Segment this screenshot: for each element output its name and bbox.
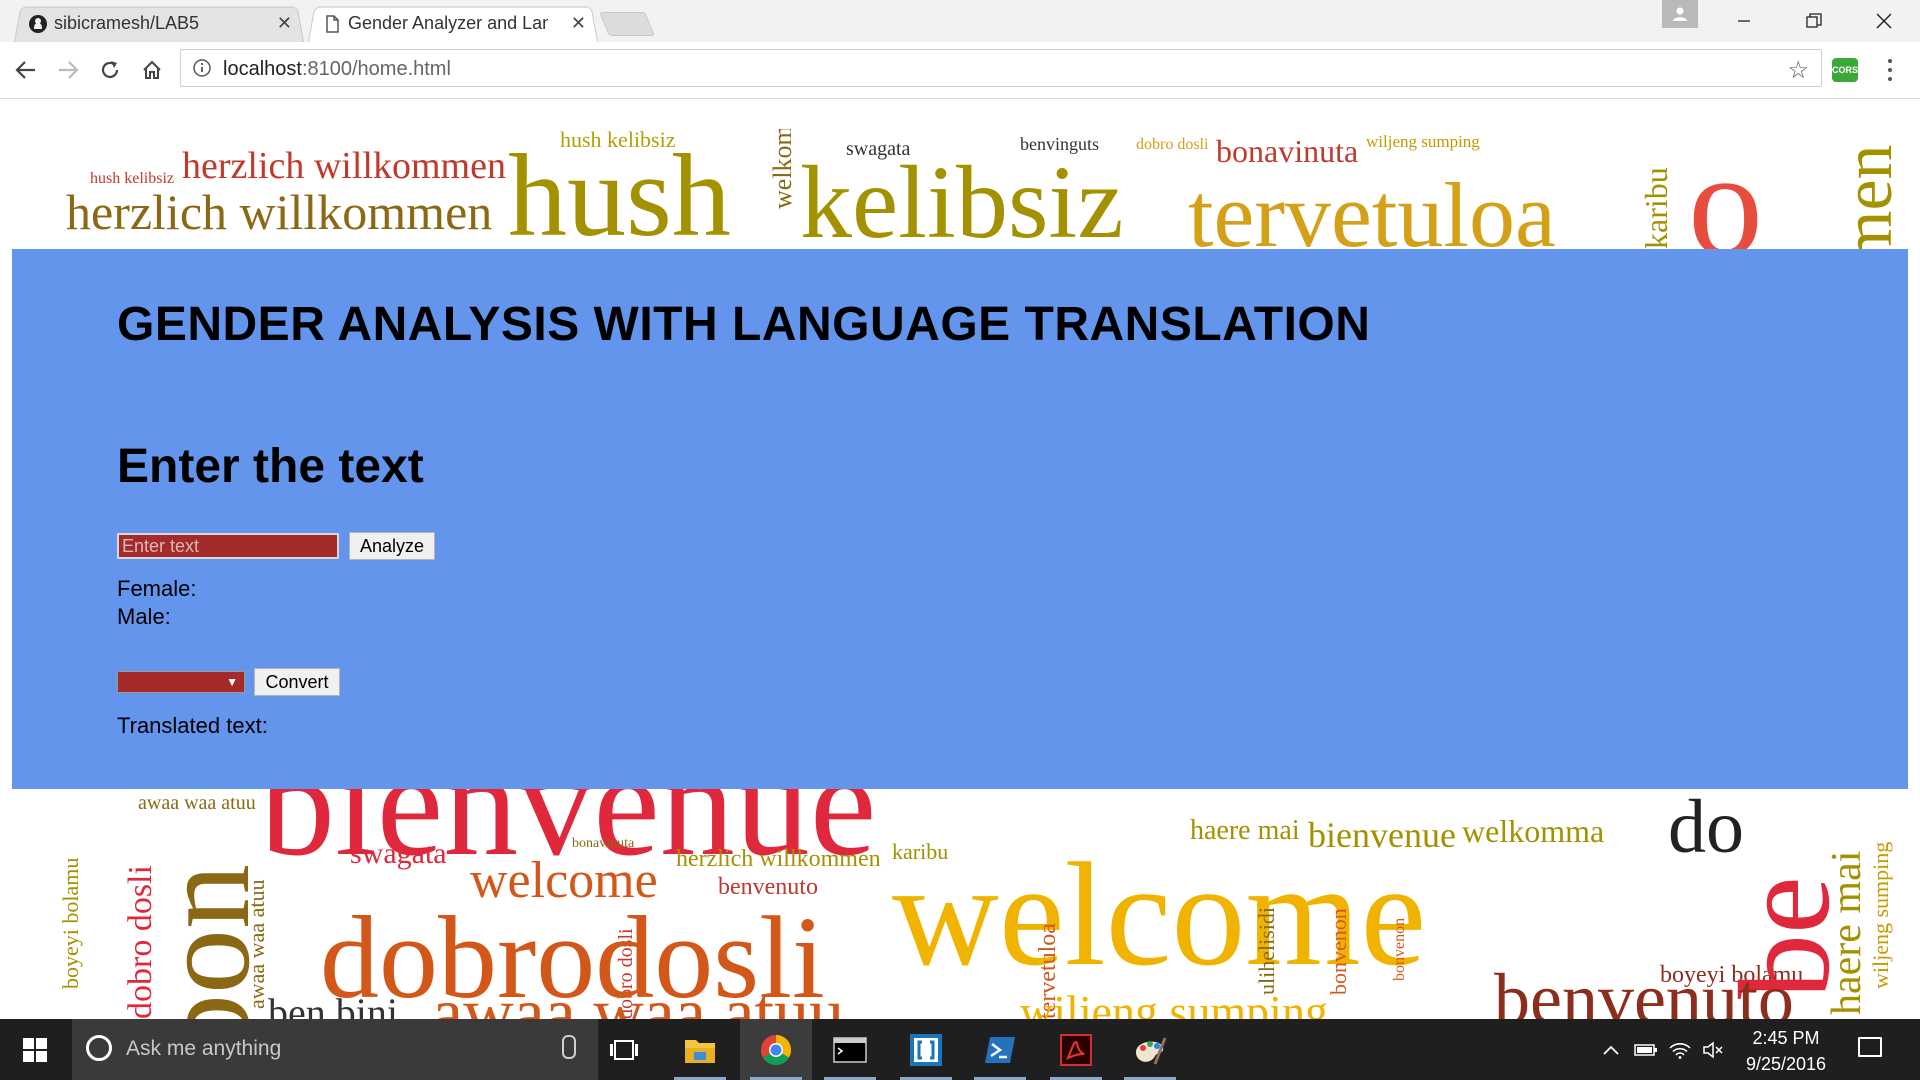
wordcloud-word: boyeyi bolamu xyxy=(60,857,83,989)
wordcloud-word: bon xyxy=(133,864,277,1019)
wordcloud-word: ulihelisidi xyxy=(1254,907,1279,995)
profile-icon[interactable] xyxy=(1662,0,1698,28)
task-view-icon[interactable] xyxy=(588,1019,660,1080)
wordcloud-word: haere mai xyxy=(1824,850,1870,1015)
wordcloud-word: wiljeng sumping xyxy=(1366,132,1480,151)
convert-button[interactable]: Convert xyxy=(254,668,340,696)
female-label: Female: xyxy=(117,576,197,601)
chrome-icon[interactable] xyxy=(740,1019,812,1080)
microphone-icon[interactable] xyxy=(562,1035,576,1059)
wordcloud-word: bonavinuta xyxy=(1216,133,1359,169)
browser-toolbar: localhost:8100/home.html ☆ CORS xyxy=(0,42,1920,99)
page-title: GENDER ANALYSIS WITH LANGUAGE TRANSLATIO… xyxy=(117,298,1371,351)
windows-start-icon[interactable] xyxy=(0,1019,70,1080)
cors-extension-icon[interactable]: CORS xyxy=(1832,58,1858,82)
main-panel: GENDER ANALYSIS WITH LANGUAGE TRANSLATIO… xyxy=(12,249,1908,789)
page-icon xyxy=(326,15,339,33)
wordcloud-word: hush xyxy=(508,130,731,261)
translated-text-label: Translated text: xyxy=(117,713,268,738)
brackets-icon[interactable] xyxy=(890,1019,962,1080)
cmd-icon[interactable] xyxy=(814,1019,886,1080)
wordcloud-word: bonvenon xyxy=(1326,908,1351,995)
chrome-menu-icon[interactable] xyxy=(1880,56,1900,84)
wordcloud-word: welkom xyxy=(768,129,797,209)
minimize-button[interactable] xyxy=(1712,0,1776,42)
wifi-icon[interactable] xyxy=(1664,1019,1696,1080)
paint-icon[interactable] xyxy=(1114,1019,1186,1080)
tab-strip: sibicramesh/LAB5 ✕ Gender Analyzer and L… xyxy=(0,0,1920,42)
wordcloud-word: benvinguts xyxy=(1020,134,1099,154)
home-button[interactable] xyxy=(134,52,170,88)
file-explorer-icon[interactable] xyxy=(664,1019,736,1080)
url-host: localhost xyxy=(223,58,302,80)
wordcloud-word: welkomma xyxy=(1462,813,1605,849)
wordcloud-word: hush kelibsiz xyxy=(560,129,676,152)
cortana-icon xyxy=(86,1035,112,1061)
wordcloud-word: wiljeng sumping xyxy=(1868,841,1893,989)
address-bar[interactable]: localhost:8100/home.html ☆ xyxy=(180,49,1822,87)
text-input[interactable] xyxy=(117,533,339,559)
wordcloud-word: herzlich willkommen xyxy=(676,846,881,872)
wordcloud-word: tervetuloa xyxy=(1188,164,1556,266)
clock-time: 2:45 PM xyxy=(1752,1028,1820,1048)
battery-icon[interactable] xyxy=(1630,1019,1662,1080)
cortana-search-box[interactable]: Ask me anything xyxy=(72,1019,598,1080)
restore-button[interactable] xyxy=(1782,0,1846,42)
show-hidden-icons-chevron-icon[interactable] xyxy=(1596,1019,1626,1080)
url-text[interactable]: localhost:8100/home.html xyxy=(223,58,451,81)
wordcloud-word: men xyxy=(1830,144,1900,265)
wordcloud-word: ben bini xyxy=(268,990,398,1020)
wordcloud-word: bonavinuta xyxy=(572,836,635,851)
url-path: :8100/home.html xyxy=(301,58,451,80)
wordcloud-word: herzlich willkommen xyxy=(182,145,506,187)
tab-title: sibicramesh/LAB5 xyxy=(54,12,200,33)
wordcloud-word: kelibsiz xyxy=(800,145,1124,260)
wordcloud-word: herzlich willkommen xyxy=(66,184,493,240)
forward-button[interactable] xyxy=(50,52,86,88)
search-placeholder: Ask me anything xyxy=(126,1037,282,1060)
taskbar-clock[interactable]: 2:45 PM 9/25/2016 xyxy=(1730,1025,1842,1077)
action-center-icon[interactable] xyxy=(1858,1037,1882,1057)
wordcloud-word: awaa waa atuu xyxy=(138,792,256,814)
wordcloud-word: do xyxy=(1668,785,1744,869)
wordcloud-word: dobro dosli xyxy=(1136,136,1209,153)
wordcloud-word: karibu xyxy=(1638,167,1674,249)
dropdown-arrow-icon: ▼ xyxy=(226,675,238,689)
new-tab-button[interactable] xyxy=(599,12,655,36)
reload-button[interactable] xyxy=(92,52,128,88)
close-icon[interactable]: ✕ xyxy=(277,13,292,34)
back-button[interactable] xyxy=(8,52,44,88)
enter-text-heading: Enter the text xyxy=(117,440,424,493)
windows-taskbar: Ask me anything 2:45 PM 9/25/2016 xyxy=(0,1019,1920,1080)
page-content: hush kelibsiz herzlich willkommen herzli… xyxy=(0,99,1920,1019)
wordcloud-word: wiljeng sumping xyxy=(1020,986,1328,1020)
volume-muted-icon[interactable] xyxy=(1698,1019,1730,1080)
close-window-button[interactable] xyxy=(1852,0,1916,42)
tab-gender-analyzer[interactable]: Gender Analyzer and Lan ✕ xyxy=(308,4,598,42)
wordcloud-word: awaa waa atuu xyxy=(432,975,844,1020)
close-icon[interactable]: ✕ xyxy=(571,13,586,34)
analyze-button[interactable]: Analyze xyxy=(349,532,435,560)
github-icon xyxy=(29,15,47,33)
info-icon[interactable] xyxy=(193,59,211,77)
language-select[interactable]: ▼ xyxy=(117,671,245,693)
wordcloud-word: swagata xyxy=(350,837,447,870)
powershell-icon[interactable] xyxy=(964,1019,1036,1080)
clock-date: 9/25/2016 xyxy=(1745,1054,1827,1074)
wordcloud-word: bonvenon xyxy=(1391,917,1408,981)
tab-github[interactable]: sibicramesh/LAB5 ✕ xyxy=(14,4,304,42)
bookmark-star-icon[interactable]: ☆ xyxy=(1787,56,1809,85)
tab-title: Gender Analyzer and Lan xyxy=(348,12,548,33)
acrobat-icon[interactable] xyxy=(1040,1019,1112,1080)
wordcloud-word: benvenuto xyxy=(1494,959,1794,1019)
male-label: Male: xyxy=(117,604,171,629)
